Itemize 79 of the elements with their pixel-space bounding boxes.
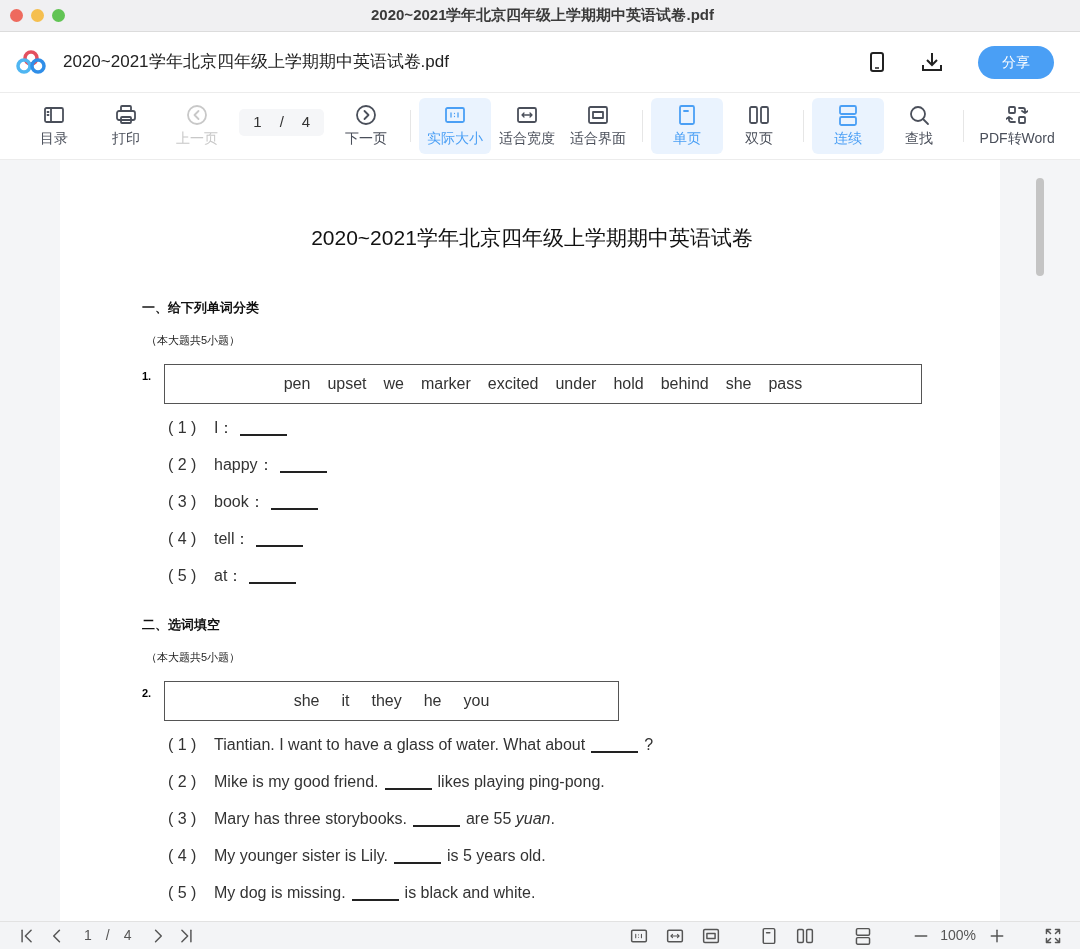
question-text: book： <box>214 492 265 512</box>
scrollbar-thumb[interactable] <box>1036 178 1044 276</box>
item-number: ( 1 ) <box>168 735 198 755</box>
fit-page-icon <box>587 103 610 126</box>
word: you <box>463 690 490 711</box>
question-text: Tiantian. I want to have a glass of water. What about <box>214 735 586 755</box>
question-number: 1. <box>142 368 153 384</box>
fullscreen-icon[interactable] <box>1044 926 1062 945</box>
question-text: My younger sister is Lily. <box>214 846 388 866</box>
word: behind <box>660 373 709 394</box>
page-number-field[interactable]: 1 / 4 <box>239 108 325 136</box>
item-number: ( 4 ) <box>168 529 198 549</box>
page-separator: / <box>105 926 110 945</box>
continuous-scroll-icon <box>836 103 859 126</box>
word: excited <box>487 373 539 394</box>
close-window-button[interactable] <box>10 9 23 22</box>
word: pen <box>283 373 311 394</box>
question-text: I： <box>214 418 235 438</box>
file-name: 2020~2021学年北京四年级上学期期中英语试卷.pdf <box>63 51 449 74</box>
question-text: likes playing ping-pong. <box>437 772 605 792</box>
item-number: ( 5 ) <box>168 566 198 586</box>
toolbar-button[interactable]: 目录 <box>18 98 90 154</box>
word: they <box>371 690 402 711</box>
toolbar-button[interactable]: 适合宽度 <box>490 98 563 154</box>
section-heading: 二、选词填空 <box>142 615 221 634</box>
word: pass <box>768 373 803 394</box>
zoom-level: 100% <box>940 926 976 945</box>
question-text: is 5 years old. <box>447 846 546 866</box>
previous-page-icon <box>186 103 209 126</box>
question-text: are 55 yuan. <box>465 809 555 829</box>
download-icon[interactable] <box>922 52 942 72</box>
convert-icon <box>1006 103 1029 126</box>
word: hold <box>613 373 644 394</box>
question-text: is black and white. <box>404 883 536 903</box>
question-text: ? <box>644 735 654 755</box>
word: it <box>341 690 350 711</box>
continuous-scroll-icon[interactable] <box>854 926 873 945</box>
search-icon <box>908 103 931 126</box>
question-number: 2. <box>142 685 153 701</box>
item-number: ( 3 ) <box>168 492 198 512</box>
item-number: ( 3 ) <box>168 809 198 829</box>
document-title: 2020~2021学年北京四年级上学期期中英语试卷 <box>310 225 754 251</box>
phone-icon[interactable] <box>870 52 884 72</box>
toolbar-button[interactable]: 双页 <box>723 98 795 154</box>
question-text: tell： <box>214 529 251 549</box>
question-text: at： <box>214 566 244 586</box>
question-text: happy： <box>214 455 274 475</box>
toolbar-button[interactable]: 适合界面 <box>562 98 635 154</box>
item-number: ( 2 ) <box>168 772 198 792</box>
word: marker <box>420 373 471 394</box>
question-text: My dog is missing. <box>214 883 346 903</box>
section-note: （本大题共5小题） <box>146 333 242 348</box>
next-page-icon <box>354 103 377 126</box>
word: she <box>725 373 752 394</box>
toolbar-button[interactable]: 下一页 <box>330 98 402 154</box>
item-number: ( 5 ) <box>168 883 198 903</box>
word: under <box>555 373 597 394</box>
section-heading: 一、给下列单词分类 <box>142 298 260 317</box>
section-note: （本大题共5小题） <box>146 650 242 665</box>
question-text: Mary has three storybooks. <box>214 809 407 829</box>
word: she <box>293 690 320 711</box>
double-page-icon[interactable] <box>796 926 815 945</box>
word: we <box>383 373 404 394</box>
question-text: Mike is my good friend. <box>214 772 379 792</box>
item-number: ( 1 ) <box>168 418 198 438</box>
toolbar-button[interactable]: 打印 <box>89 98 162 154</box>
printer-icon <box>114 103 137 126</box>
page-number: 1 <box>84 926 92 945</box>
fit-page-icon[interactable] <box>702 926 721 945</box>
item-number: ( 4 ) <box>168 846 198 866</box>
item-number: ( 2 ) <box>168 455 198 475</box>
window-title: 2020~2021学年北京四年级上学期期中英语试卷.pdf <box>371 5 714 26</box>
toolbar-button[interactable]: 查找 <box>883 98 956 154</box>
toolbar-button[interactable]: PDF转Word <box>972 98 1063 154</box>
cloud-logo-icon <box>16 49 46 75</box>
word: he <box>423 690 442 711</box>
page-total: 4 <box>123 926 132 945</box>
double-page-icon <box>747 103 770 126</box>
word: upset <box>327 373 367 394</box>
